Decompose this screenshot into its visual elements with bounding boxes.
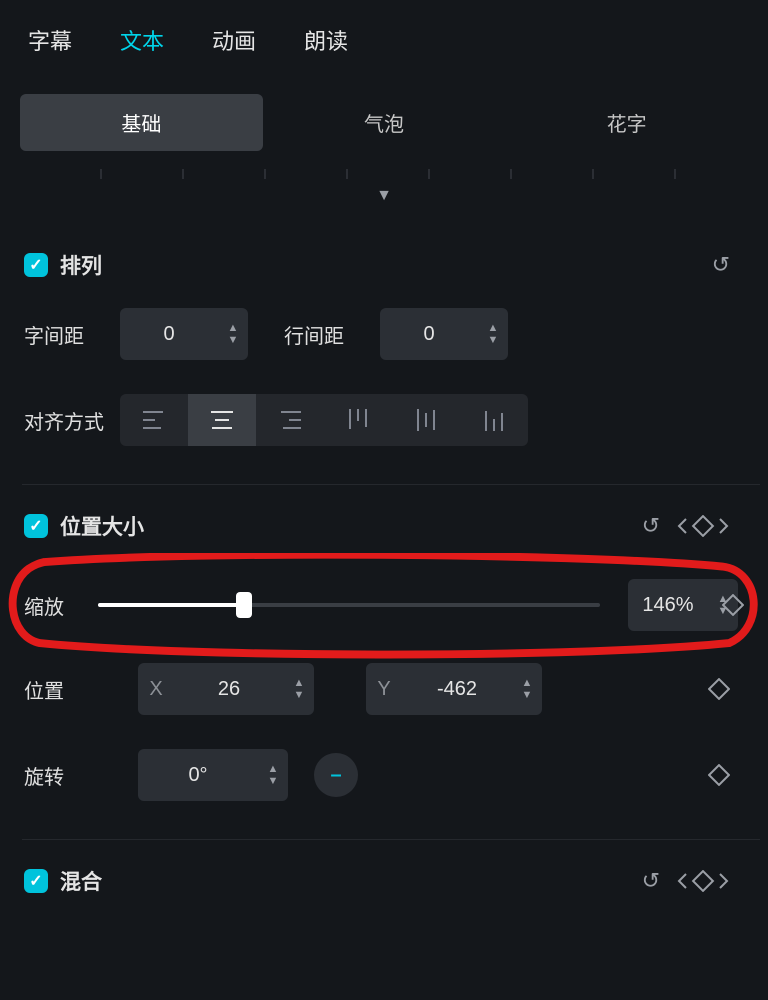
stepper-icon[interactable]: ▲▼ [218, 322, 248, 346]
reset-icon[interactable]: ↺ [634, 868, 668, 894]
align-vertical-bottom-button[interactable] [460, 394, 528, 446]
align-center-button[interactable] [188, 394, 256, 446]
row-position: 位置 X 26 ▲▼ Y -462 ▲▼ [22, 653, 760, 725]
tab-animation[interactable]: 动画 [212, 24, 256, 56]
align-button-group [120, 394, 528, 446]
align-vertical-center-button[interactable] [392, 394, 460, 446]
stepper-icon[interactable]: ▲▼ [284, 677, 314, 701]
keyframe-icon[interactable] [714, 594, 752, 616]
row-align: 对齐方式 [22, 384, 760, 456]
section-header-position-size: ✓ 位置大小 ↺ [22, 493, 760, 559]
row-scale: 缩放 146% ▲▼ [22, 569, 760, 641]
reset-icon[interactable]: ↺ [704, 252, 738, 278]
subtab-bubble[interactable]: 气泡 [263, 94, 506, 151]
align-vertical-top-button[interactable] [324, 394, 392, 446]
row-rotation: 旋转 0° ▲▼ – [22, 739, 760, 811]
keyframe-nav-icon[interactable] [668, 515, 738, 537]
stepper-icon[interactable]: ▲▼ [258, 763, 288, 787]
subtab-basic[interactable]: 基础 [20, 94, 263, 151]
check-icon[interactable]: ✓ [24, 514, 48, 538]
keyframe-nav-icon[interactable] [668, 870, 738, 892]
rotation-dial[interactable]: – [314, 753, 358, 797]
rotation-input[interactable]: 0° ▲▼ [138, 749, 288, 801]
label-char-spacing: 字间距 [24, 320, 120, 349]
subtab-fancy-text[interactable]: 花字 [505, 94, 748, 151]
section-title-position-size: 位置大小 [60, 511, 144, 541]
reset-icon[interactable]: ↺ [634, 513, 668, 539]
line-spacing-input[interactable]: 0 ▲▼ [380, 308, 508, 360]
align-right-button[interactable] [256, 394, 324, 446]
align-left-button[interactable] [120, 394, 188, 446]
section-header-blend: ✓ 混合 ↺ [22, 848, 760, 914]
section-title-arrange: 排列 [60, 250, 102, 280]
stepper-icon[interactable]: ▲▼ [512, 677, 542, 701]
label-position: 位置 [24, 675, 98, 704]
position-y-input[interactable]: Y -462 ▲▼ [366, 663, 542, 715]
label-rotation: 旋转 [24, 761, 98, 790]
section-title-blend: 混合 [60, 866, 102, 896]
keyframe-icon[interactable] [700, 764, 738, 786]
label-line-spacing: 行间距 [284, 320, 380, 349]
chevron-down-icon: ▼ [376, 187, 392, 204]
keyframe-icon[interactable] [700, 678, 738, 700]
label-scale: 缩放 [24, 591, 98, 620]
tab-subtitle[interactable]: 字幕 [28, 24, 72, 56]
check-icon[interactable]: ✓ [24, 253, 48, 277]
tab-read-aloud[interactable]: 朗读 [304, 24, 348, 56]
section-header-arrange: ✓ 排列 ↺ [22, 232, 760, 298]
label-align: 对齐方式 [24, 406, 120, 435]
collapse-bar[interactable]: ▼ [0, 169, 768, 206]
top-tab-bar: 字幕 文本 动画 朗读 [0, 0, 768, 70]
tab-text[interactable]: 文本 [120, 24, 164, 56]
position-x-input[interactable]: X 26 ▲▼ [138, 663, 314, 715]
scale-slider[interactable] [98, 603, 600, 607]
sub-tab-bar: 基础 气泡 花字 [20, 94, 748, 151]
row-spacing: 字间距 0 ▲▼ 行间距 0 ▲▼ [22, 298, 760, 370]
stepper-icon[interactable]: ▲▼ [478, 322, 508, 346]
check-icon[interactable]: ✓ [24, 869, 48, 893]
char-spacing-input[interactable]: 0 ▲▼ [120, 308, 248, 360]
